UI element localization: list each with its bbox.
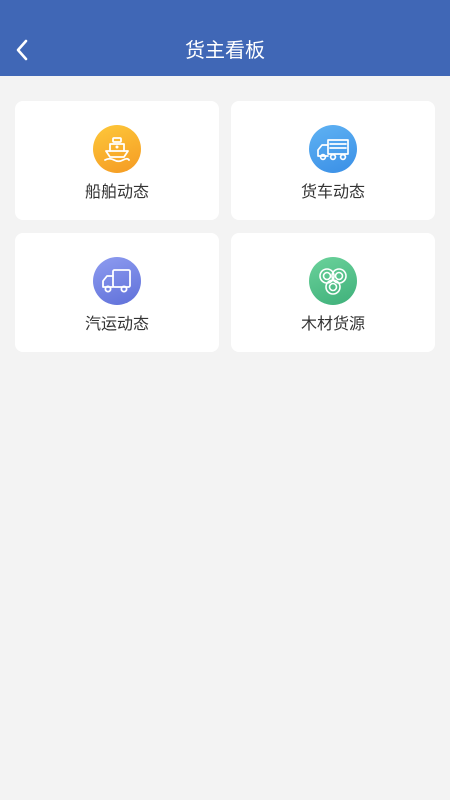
timber-icon [309, 257, 357, 305]
card-label: 货车动态 [300, 182, 365, 201]
card-label: 船舶动态 [84, 182, 149, 201]
timber-supply-card[interactable]: 木材货源 [231, 233, 435, 352]
road-transport-card[interactable]: 汽运动态 [15, 233, 219, 352]
ship-status-card[interactable]: 船舶动态 [15, 101, 219, 220]
van-icon [93, 257, 141, 305]
ship-icon [93, 125, 141, 173]
truck-icon [309, 125, 357, 173]
truck-status-card[interactable]: 货车动态 [231, 101, 435, 220]
page-title: 货主看板 [185, 38, 265, 62]
app-header: 货主看板 [0, 0, 450, 76]
card-label: 木材货源 [300, 314, 365, 333]
card-label: 汽运动态 [84, 314, 149, 333]
